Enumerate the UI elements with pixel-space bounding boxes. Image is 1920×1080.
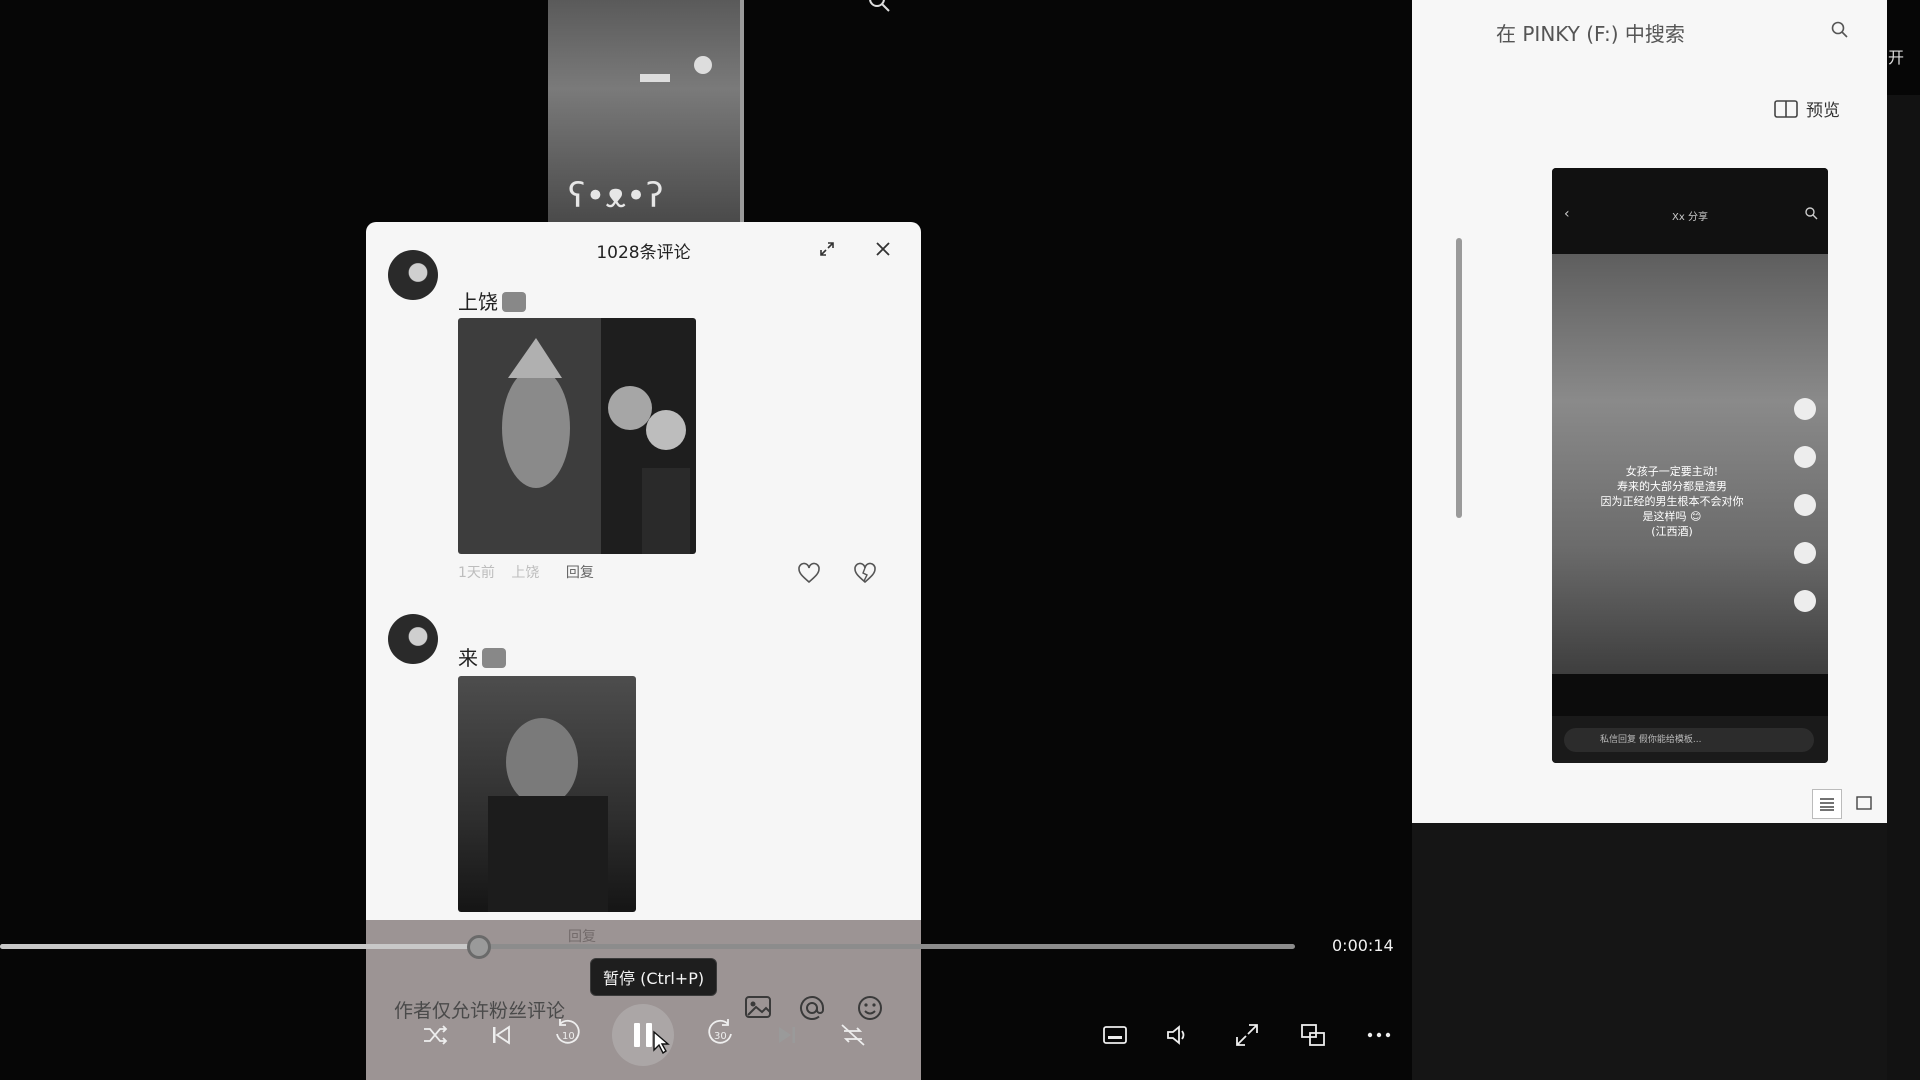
rewind-label: 10: [562, 1031, 575, 1042]
star-icon: [1794, 542, 1816, 564]
comment-item: 来 回复: [388, 614, 903, 945]
comment-location: 上饶: [511, 565, 540, 581]
thumbnail-input-bar: 私信回复 假你能给模板...: [1552, 716, 1828, 763]
tiles-view-icon[interactable]: [1850, 789, 1878, 817]
volume-icon[interactable]: [1160, 1018, 1194, 1052]
mouse-cursor-icon: [653, 1030, 670, 1054]
scrollbar[interactable]: [1456, 238, 1462, 518]
current-time: 0:00:14: [1332, 936, 1394, 955]
comment-text: 来: [458, 642, 506, 671]
comment-image[interactable]: [458, 318, 696, 554]
search-icon: [1805, 207, 1818, 220]
comment-time: 1天前: [458, 565, 495, 581]
pause-tooltip: 暂停 (Ctrl+P): [590, 958, 718, 996]
window-edge: [1887, 95, 1920, 1080]
reply-button[interactable]: 回复: [566, 565, 594, 581]
forward-30-icon[interactable]: 30: [704, 1016, 738, 1050]
comment-image[interactable]: [458, 676, 636, 912]
preview-button[interactable]: 预览: [1774, 96, 1840, 121]
image-icon[interactable]: [744, 994, 772, 1020]
badge-icon: [694, 56, 712, 74]
back-icon: ‹: [1564, 206, 1570, 222]
shuffle-icon[interactable]: [418, 1018, 452, 1052]
background-video-frame: ʕ•ᴥ•ʔ: [548, 0, 744, 222]
progress-fill: [0, 944, 479, 949]
expand-icon[interactable]: [814, 236, 840, 262]
heart-icon: [1794, 446, 1816, 468]
search-icon[interactable]: [1830, 20, 1850, 40]
comment-meta: 1天前 上饶 回复: [458, 562, 594, 582]
view-toggle: [1812, 789, 1878, 819]
explorer-search-placeholder: 在 PINKY (F:) 中搜索: [1496, 22, 1685, 46]
thumbnail-input: 私信回复 假你能给模板...: [1564, 728, 1814, 752]
face-blur: [640, 74, 670, 82]
preview-pane-icon: [1774, 99, 1798, 118]
thumbnail-caption: 女孩子一定要主动! 寿来的大部分都是渣男 因为正经的男生根本不会对你 是这样吗 …: [1600, 465, 1744, 538]
share-icon: [1794, 590, 1816, 612]
comment-item: 上饶 1天前 上饶 回复: [388, 250, 903, 584]
search-icon[interactable]: [868, 0, 890, 12]
desktop-background: [1412, 823, 1920, 1080]
thumbnail-header-title: Xx 分享: [1672, 212, 1708, 223]
avatar[interactable]: [388, 250, 438, 300]
window-edge-text: 开: [1888, 48, 1905, 67]
preview-label: 预览: [1806, 101, 1840, 121]
thumbnail-side-icons: [1794, 398, 1820, 638]
comment-panel-header: 1028条评论: [366, 222, 921, 278]
emoji-sticker-icon: [482, 648, 506, 668]
comment-text-content: 上饶: [458, 290, 498, 314]
heart-icon[interactable]: [796, 560, 822, 586]
file-explorer-pane: 在 PINKY (F:) 中搜索 预览 Xx 分享 ‹ 女孩子一定要主动! 寿来…: [1412, 0, 1887, 823]
rewind-10-icon[interactable]: 10: [550, 1016, 584, 1050]
dislike-icon[interactable]: [852, 560, 878, 586]
emoji-sticker-icon: [502, 292, 526, 312]
video-thumbnail-preview: Xx 分享 ‹ 女孩子一定要主动! 寿来的大部分都是渣男 因为正经的男生根本不会…: [1552, 168, 1828, 763]
subtitles-icon[interactable]: [1098, 1018, 1132, 1052]
more-options-icon[interactable]: [1362, 1018, 1396, 1052]
details-view-icon[interactable]: [1812, 789, 1842, 819]
forward-label: 30: [714, 1031, 727, 1042]
thumbnail-header: Xx 分享 ‹: [1552, 168, 1828, 254]
close-icon[interactable]: [870, 236, 896, 262]
previous-icon[interactable]: [484, 1018, 518, 1052]
bear-sticker-icon: ʕ•ᴥ•ʔ: [568, 176, 664, 216]
avatar: [1794, 398, 1816, 420]
fullscreen-icon[interactable]: [1230, 1018, 1264, 1052]
progress-thumb[interactable]: [467, 935, 491, 959]
comment-text-content: 来: [458, 646, 478, 670]
avatar[interactable]: [388, 614, 438, 664]
next-icon[interactable]: [770, 1018, 804, 1052]
comment-icon: [1794, 494, 1816, 516]
mini-player-icon[interactable]: [1296, 1018, 1330, 1052]
repeat-off-icon[interactable]: [836, 1018, 870, 1052]
comment-text: 上饶: [458, 286, 526, 315]
